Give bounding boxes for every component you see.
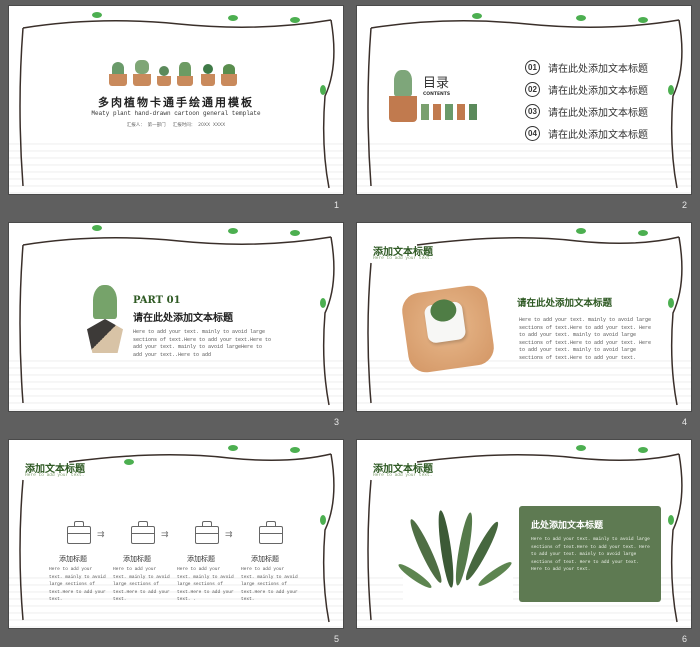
small-pots-illustration [421, 104, 481, 120]
toc-number: 04 [525, 126, 540, 141]
slide-thumbnail-1[interactable]: 多肉植物卡通手绘通用模板 Meaty plant hand-drawn cart… [9, 6, 343, 194]
toc-item[interactable]: 03 请在此处添加文本标题 [525, 104, 648, 119]
slide-title: 多肉植物卡通手绘通用模板 [98, 96, 254, 109]
column-label: 添加标题 [251, 555, 279, 563]
toc-item[interactable]: 01 请在此处添加文本标题 [525, 60, 648, 75]
box-body: Here to add your text. mainly to avoid l… [531, 537, 650, 572]
briefcase-icon [195, 521, 219, 544]
toc-item[interactable]: 04 请在此处添加文本标题 [525, 126, 648, 141]
arrow-icon: ⇉ [161, 530, 169, 540]
toc-subtitle: CONTENTS [423, 92, 451, 97]
column-label: 添加标题 [123, 555, 151, 563]
cactus-pot-large-illustration [389, 70, 417, 124]
column-text: Here to add your text. mainly to avoid l… [177, 567, 234, 602]
arrow-icon: ⇉ [225, 530, 233, 540]
column-text: Here to add your text. mainly to avoid l… [241, 567, 298, 602]
toc-title: 目录 [423, 76, 450, 91]
briefcase-icon [131, 521, 155, 544]
column-label: 添加标题 [187, 555, 215, 563]
header-subtitle: Here to add your text. [373, 473, 433, 478]
arrow-icon: ⇉ [97, 530, 105, 540]
body-text: Here to add your text. mainly to avoid l… [133, 329, 272, 358]
header-subtitle: Here to add your text. [25, 473, 85, 478]
slide-thumbnail-5[interactable]: 添加文本标题 Here to add your text. ⇉ ⇉ ⇉ 添加标题… [9, 440, 343, 628]
slide-number: 6 [682, 634, 688, 644]
slide-number: 3 [334, 417, 340, 427]
slide-thumbnail-6[interactable]: 添加文本标题 Here to add your text. 此处添加文本标题 H… [357, 440, 691, 628]
wood-tray-photo [399, 283, 497, 375]
slide-thumbnail-2[interactable]: 目录 CONTENTS 01 请在此处添加文本标题 02 请在此处添加文本标题 03… [357, 6, 691, 194]
briefcase-icon [259, 521, 283, 544]
body-text: Here to add your text. mainly to avoid l… [519, 317, 652, 361]
column-text: Here to add your text. mainly to avoid l… [49, 567, 106, 602]
briefcase-icon [67, 521, 91, 544]
toc-item[interactable]: 02 请在此处添加文本标题 [525, 82, 648, 97]
column-text: Here to add your text. mainly to avoid l… [113, 567, 170, 602]
succulent-photo [396, 506, 514, 602]
toc-number: 02 [525, 82, 540, 97]
section-heading: 请在此处添加文本标题 [517, 298, 613, 309]
slide-number: 5 [334, 634, 340, 644]
cactus-geometric-pot-illustration [83, 285, 127, 355]
toc-label: 请在此处添加文本标题 [548, 108, 648, 119]
text-box: 此处添加文本标题 Here to add your text. mainly t… [519, 506, 661, 602]
column-label: 添加标题 [59, 555, 87, 563]
slide-number: 2 [682, 200, 688, 210]
toc-label: 请在此处添加文本标题 [548, 130, 648, 141]
cactus-pots-illustration [109, 54, 239, 86]
slide-number: 1 [334, 200, 340, 210]
toc-number: 03 [525, 104, 540, 119]
box-title: 此处添加文本标题 [531, 521, 604, 531]
slide-thumbnail-4[interactable]: 添加文本标题 Here to add your text. 请在此处添加文本标题… [357, 223, 691, 411]
slide-subtitle: Meaty plant hand-drawn cartoon general t… [91, 110, 261, 117]
toc-label: 请在此处添加文本标题 [548, 64, 648, 75]
toc-label: 请在此处添加文本标题 [548, 86, 648, 97]
toc-number: 01 [525, 60, 540, 75]
slide-thumbnail-3[interactable]: PART 01 请在此处添加文本标题 Here to add your text… [9, 223, 343, 411]
slide-number: 4 [682, 417, 688, 427]
header-subtitle: Here to add your text. [373, 256, 433, 261]
part-label: PART 01 [133, 295, 181, 306]
section-heading: 请在此处添加文本标题 [133, 313, 233, 324]
slide-meta: 汇报人： 第一部门 汇报时间： 20XX XXXX [126, 123, 226, 128]
